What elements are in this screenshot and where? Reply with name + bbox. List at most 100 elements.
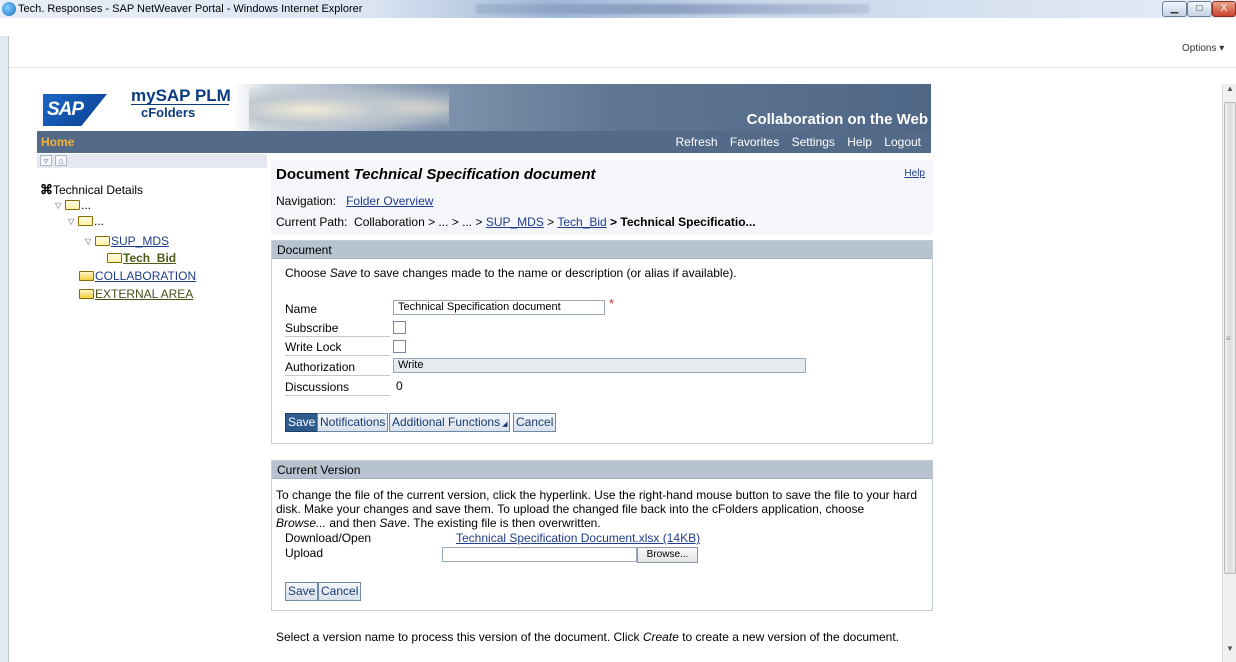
help-link[interactable]: Help: [847, 135, 872, 149]
version-save-button[interactable]: Save: [285, 582, 319, 601]
upload-label: Upload: [285, 546, 324, 560]
discussions-label: Discussions: [285, 380, 350, 394]
path-tech-bid-link[interactable]: Tech_Bid: [557, 215, 606, 229]
top-navigation-bar: Home Refresh Favorites Settings Help Log…: [37, 131, 931, 153]
expand-toggle-icon[interactable]: ▽: [85, 237, 95, 246]
save-instructions: Choose Save to save changes made to the …: [285, 266, 737, 280]
row-underline: [285, 355, 390, 356]
authorization-field: Write: [393, 358, 806, 373]
header-photo: [249, 84, 449, 131]
name-field[interactable]: Technical Specification document: [393, 300, 605, 315]
row-underline: [285, 336, 390, 337]
tree-node-sup-mds[interactable]: ▽ SUP_MDS: [85, 234, 169, 248]
browser-toolbar: [0, 18, 1236, 68]
tree-root-label: Technical Details: [53, 183, 144, 197]
binoculars-icon: ⌘: [40, 182, 53, 197]
current-version-panel: Current Version To change the file of th…: [271, 460, 933, 611]
options-menu[interactable]: Options ▾: [1182, 43, 1224, 54]
folder-overview-link[interactable]: Folder Overview: [346, 194, 433, 208]
version-hint: Select a version name to process this ve…: [276, 630, 899, 644]
cancel-button[interactable]: Cancel: [513, 413, 557, 432]
tree-node-external-area[interactable]: EXTERNAL AREA: [79, 287, 193, 301]
toolbar-strip: [0, 36, 1236, 58]
home-icon[interactable]: ⌂: [55, 155, 67, 166]
logout-link[interactable]: Logout: [884, 135, 921, 149]
version-instructions-line2: disk. Make your changes and save them. T…: [276, 502, 865, 516]
path-current: > Technical Specificatio...: [610, 215, 756, 229]
internet-explorer-icon: [2, 2, 16, 16]
download-file-link[interactable]: Technical Specification Document.xlsx (1…: [456, 531, 700, 545]
tree-node-collaboration[interactable]: COLLABORATION: [79, 269, 196, 283]
instructions-text: Choose: [285, 266, 330, 280]
folder-open-icon: [107, 253, 122, 263]
save-button[interactable]: Save: [285, 413, 319, 432]
collapse-all-icon[interactable]: ▿: [40, 155, 52, 166]
folder-tree: ⌘ Technical Details ▽ ... ▽ ... ▽ SUP_MD…: [37, 168, 267, 328]
help-link-small[interactable]: Help: [904, 168, 925, 179]
write-lock-checkbox[interactable]: [393, 340, 406, 353]
home-tab[interactable]: Home: [41, 135, 74, 149]
discussions-count: 0: [396, 379, 403, 393]
window-left-frame: [0, 36, 9, 662]
save-word: Save: [379, 516, 407, 530]
maximize-button[interactable]: □: [1187, 1, 1212, 17]
blurred-title-area: [475, 4, 870, 14]
product-subname: cFolders: [141, 105, 196, 120]
current-version-panel-header: Current Version: [272, 461, 932, 479]
name-label: Name: [285, 302, 318, 316]
version-cancel-button[interactable]: Cancel: [318, 582, 362, 601]
scroll-grip-icon: ≡: [1226, 334, 1231, 343]
tree-node-level2[interactable]: ▽ ...: [68, 214, 104, 228]
upload-file-input[interactable]: [442, 547, 637, 562]
folder-icon: [79, 289, 94, 299]
instructions-text: and then: [326, 516, 380, 530]
folder-open-icon: [95, 236, 110, 246]
scroll-down-icon[interactable]: ▼: [1223, 644, 1236, 658]
page-title: Document Technical Specification documen…: [276, 166, 596, 183]
tree-root[interactable]: ⌘ Technical Details: [40, 182, 143, 198]
path-label: Current Path:: [276, 215, 348, 229]
tech-bid-link[interactable]: Tech_Bid: [123, 251, 176, 265]
additional-functions-button[interactable]: Additional Functions ◢: [389, 413, 511, 432]
write-lock-label: Write Lock: [285, 340, 342, 354]
page-title-prefix: Document: [276, 166, 350, 183]
browse-word: Browse...: [276, 516, 327, 530]
minimize-button[interactable]: ▁: [1162, 1, 1187, 17]
expand-toggle-icon[interactable]: ▽: [55, 201, 65, 210]
path-separator: >: [547, 215, 555, 229]
vertical-scrollbar[interactable]: ▲ ≡ ▼: [1222, 84, 1236, 662]
refresh-link[interactable]: Refresh: [675, 135, 717, 149]
document-panel-header: Document: [272, 241, 932, 259]
row-underline: [285, 375, 390, 376]
document-title-area: Document Technical Specification documen…: [271, 160, 933, 235]
page-title-document-name: Technical Specification document: [353, 166, 596, 183]
version-hint-text: Select a version name to process this ve…: [276, 630, 643, 644]
folder-icon: [79, 271, 94, 281]
dropdown-arrow-icon: ◢: [502, 421, 508, 428]
authorization-label: Authorization: [285, 360, 356, 374]
close-button[interactable]: X: [1212, 1, 1236, 17]
path-sup-mds-link[interactable]: SUP_MDS: [486, 215, 544, 229]
tree-node-label: ...: [94, 214, 105, 228]
tree-node-tech-bid[interactable]: Tech_Bid: [107, 251, 176, 265]
browse-button[interactable]: Browse...: [637, 547, 698, 563]
scroll-up-icon[interactable]: ▲: [1223, 84, 1236, 98]
favorites-link[interactable]: Favorites: [730, 135, 779, 149]
settings-link[interactable]: Settings: [792, 135, 835, 149]
product-name: mySAP PLM: [131, 86, 231, 105]
tree-node-level1[interactable]: ▽ ...: [55, 198, 91, 212]
version-instructions-line3: Browse... and then Save. The existing fi…: [276, 516, 601, 530]
additional-functions-label: Additional Functions: [392, 415, 501, 429]
external-area-link[interactable]: EXTERNAL AREA: [95, 287, 193, 301]
header-tagline: Collaboration on the Web: [746, 111, 928, 128]
notifications-button[interactable]: Notifications: [317, 413, 389, 432]
required-marker: *: [609, 296, 615, 311]
expand-toggle-icon[interactable]: ▽: [68, 217, 78, 226]
instructions-save-word: Save: [329, 266, 358, 280]
instructions-text: . The existing file is then overwritten.: [406, 516, 601, 530]
window-title-bar: Tech. Responses - SAP NetWeaver Portal -…: [0, 0, 1236, 18]
sup-mds-link[interactable]: SUP_MDS: [111, 234, 169, 248]
subscribe-checkbox[interactable]: [393, 321, 406, 334]
subscribe-label: Subscribe: [285, 321, 339, 335]
collaboration-link[interactable]: COLLABORATION: [95, 269, 196, 283]
